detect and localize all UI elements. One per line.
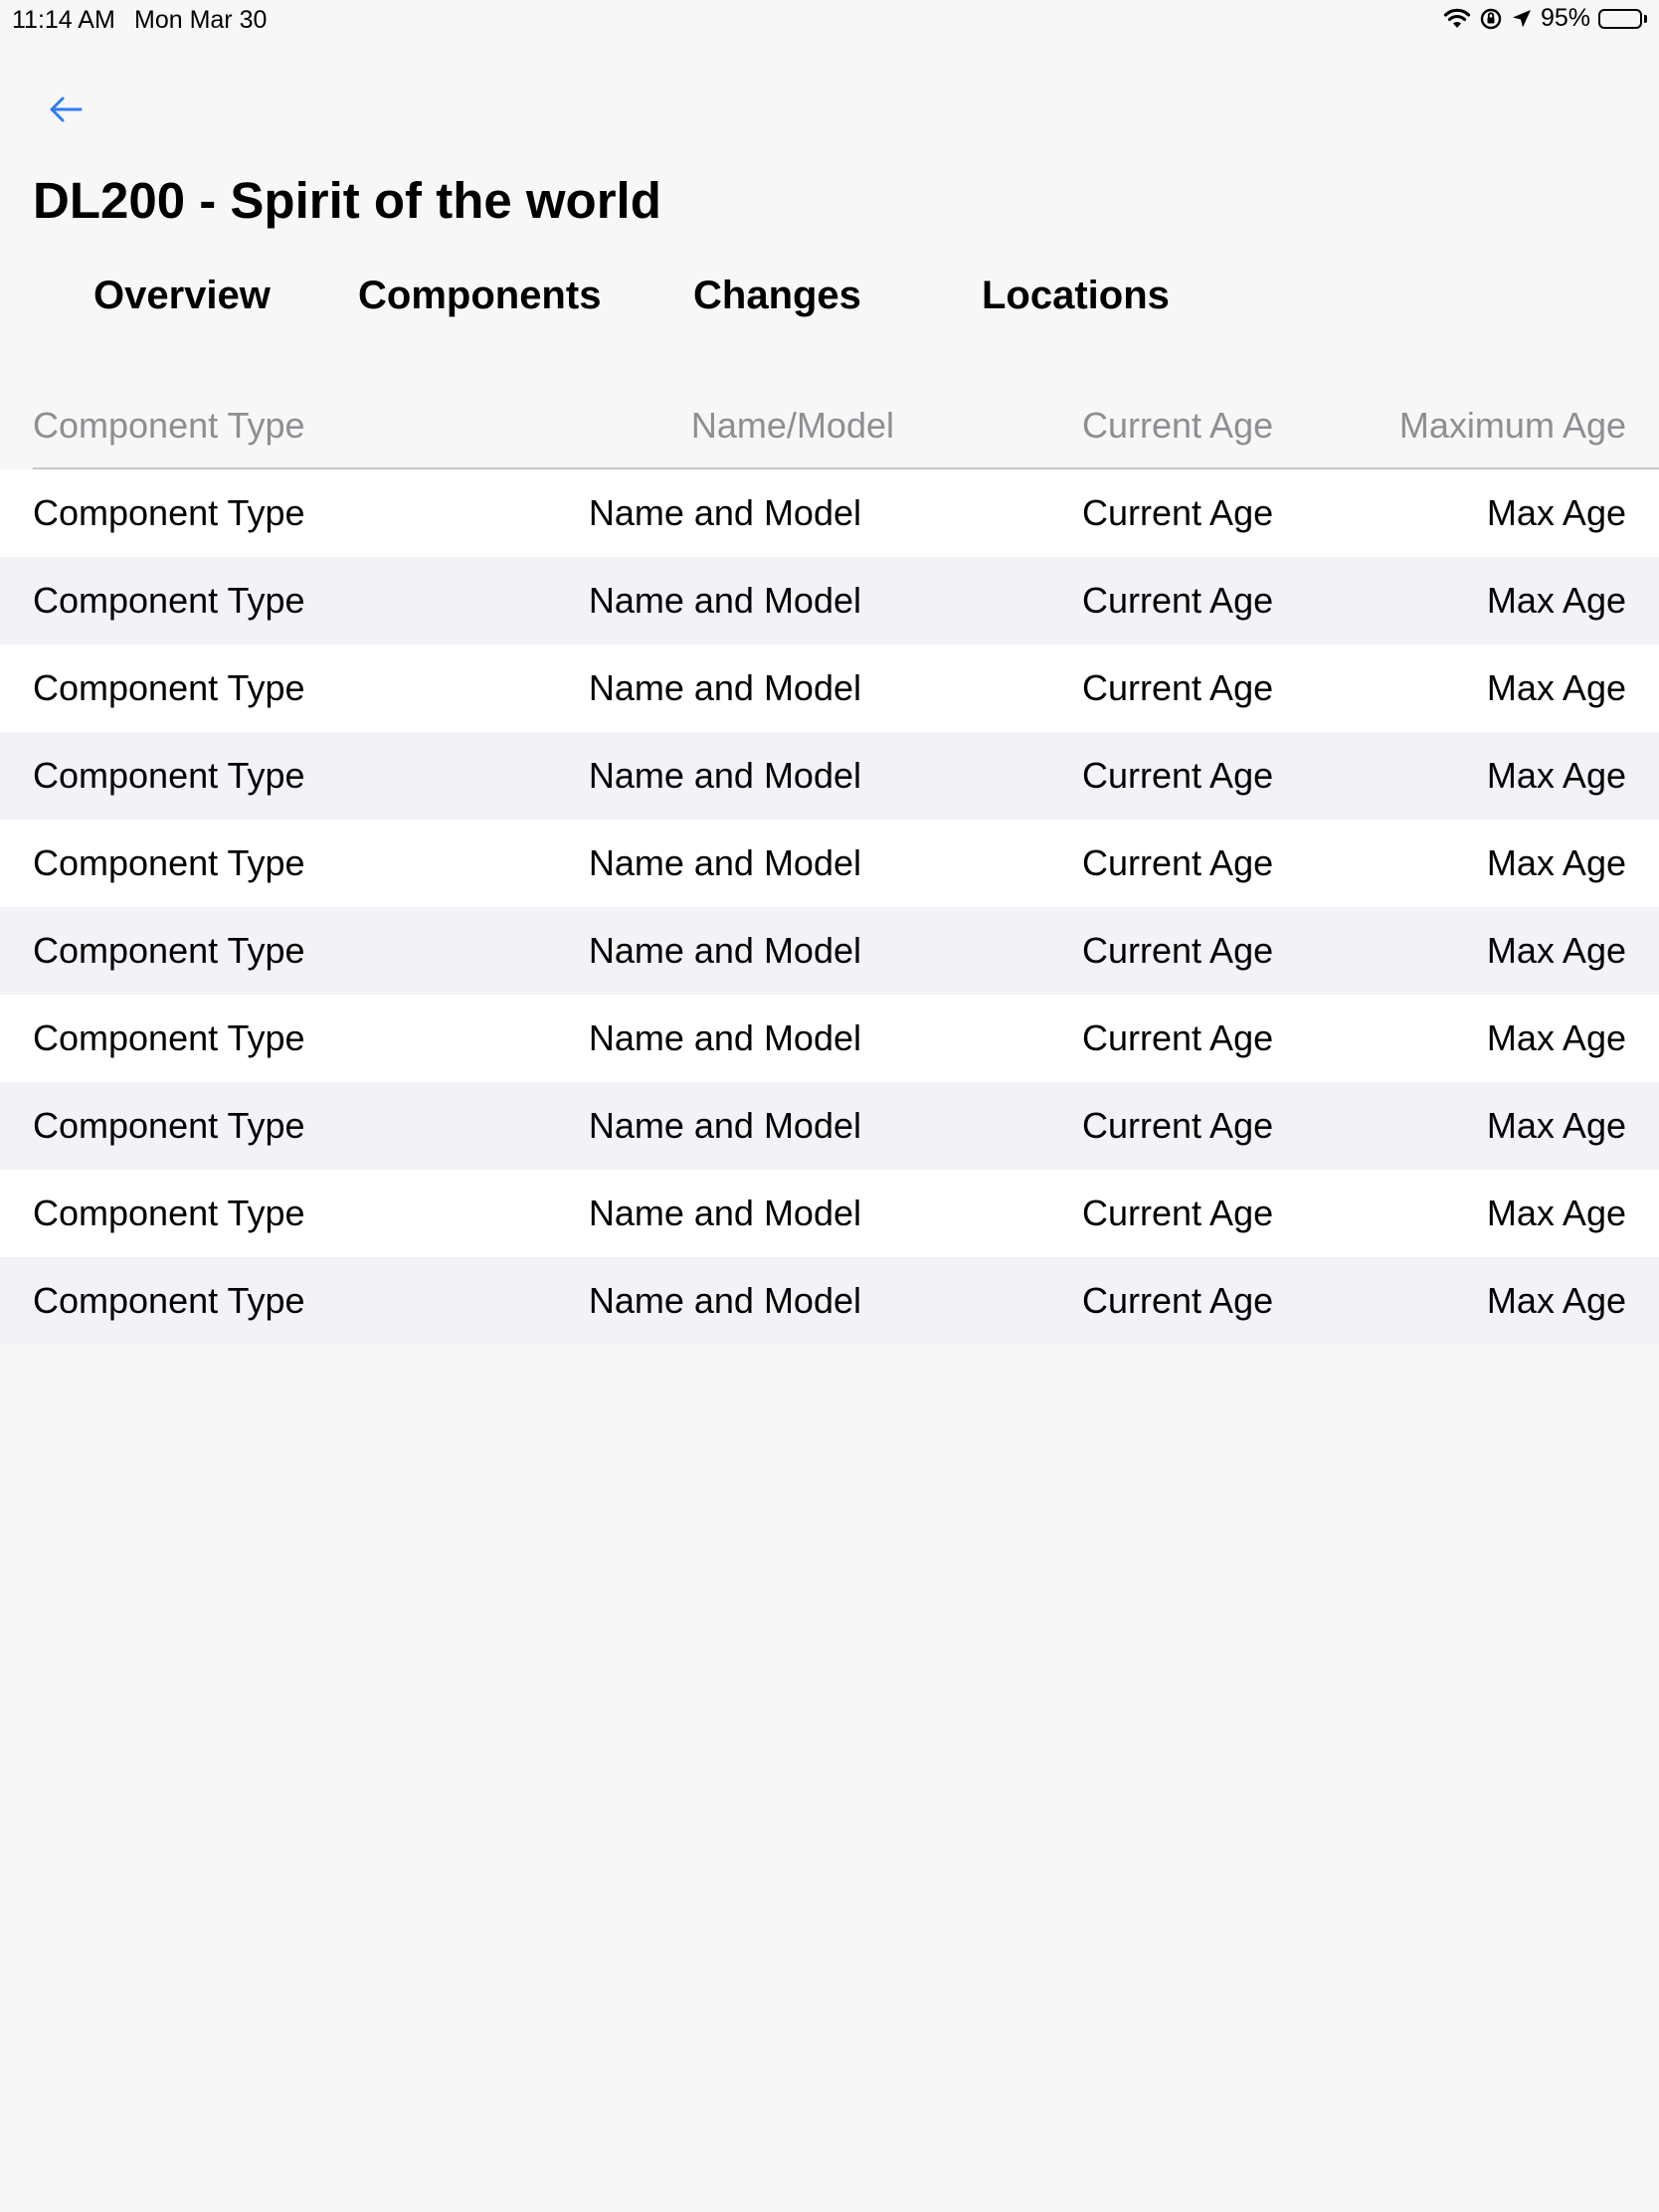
arrow-left-icon [50, 96, 83, 122]
cell-max-age: Max Age [1486, 842, 1626, 883]
header-maximum-age[interactable]: Maximum Age [1399, 383, 1626, 467]
tab-overview[interactable]: Overview [93, 271, 271, 320]
location-arrow-icon [1511, 8, 1533, 30]
header-component-type[interactable]: Component Type [33, 383, 305, 467]
table-row[interactable]: Component Type Name and Model Current Age M… [0, 557, 1659, 645]
battery-icon [1598, 8, 1647, 29]
cell-component-type: Component Type [33, 1193, 305, 1233]
table-row[interactable]: Component Type Name and Model Current Age M… [0, 469, 1659, 557]
cell-component-type: Component Type [33, 1280, 305, 1321]
cell-name-model: Name and Model [588, 1280, 861, 1321]
cell-component-type: Component Type [33, 1017, 305, 1058]
battery-percent: 95% [1540, 4, 1590, 32]
status-indicators: 95% [1443, 4, 1647, 33]
cell-max-age: Max Age [1486, 1280, 1626, 1321]
cell-max-age: Max Age [1486, 1105, 1626, 1146]
cell-name-model: Name and Model [588, 842, 861, 883]
cell-name-model: Name and Model [588, 667, 861, 708]
tab-components[interactable]: Components [358, 271, 601, 320]
table-row[interactable]: Component Type Name and Model Current Age M… [0, 645, 1659, 732]
cell-current-age: Current Age [1082, 1193, 1274, 1233]
cell-max-age: Max Age [1486, 580, 1626, 621]
table-row[interactable]: Component Type Name and Model Current Age M… [0, 1082, 1659, 1170]
cell-name-model: Name and Model [588, 930, 861, 971]
status-date: Mon Mar 30 [134, 6, 268, 34]
cell-current-age: Current Age [1082, 580, 1274, 621]
table-row[interactable]: Component Type Name and Model Current Age M… [0, 1257, 1659, 1345]
tab-changes[interactable]: Changes [693, 271, 861, 320]
cell-max-age: Max Age [1486, 1017, 1626, 1058]
table-row[interactable]: Component Type Name and Model Current Age M… [0, 732, 1659, 820]
header-name-model[interactable]: Name/Model [691, 383, 894, 467]
cell-component-type: Component Type [33, 930, 305, 971]
cell-name-model: Name and Model [588, 1105, 861, 1146]
components-table: Component Type Name/Model Current Age Ma… [0, 383, 1659, 1345]
cell-current-age: Current Age [1082, 842, 1274, 883]
cell-name-model: Name and Model [588, 492, 861, 533]
table-header: Component Type Name/Model Current Age Ma… [33, 383, 1659, 469]
orientation-lock-icon [1479, 7, 1503, 31]
cell-name-model: Name and Model [588, 1017, 861, 1058]
wifi-icon [1443, 8, 1471, 30]
cell-component-type: Component Type [33, 492, 305, 533]
cell-max-age: Max Age [1486, 755, 1626, 796]
cell-name-model: Name and Model [588, 1193, 861, 1233]
cell-max-age: Max Age [1486, 492, 1626, 533]
tab-locations[interactable]: Locations [982, 271, 1170, 320]
cell-component-type: Component Type [33, 1105, 305, 1146]
cell-current-age: Current Age [1082, 1105, 1274, 1146]
cell-max-age: Max Age [1486, 667, 1626, 708]
cell-name-model: Name and Model [588, 580, 861, 621]
table-row[interactable]: Component Type Name and Model Current Age M… [0, 995, 1659, 1082]
table-row[interactable]: Component Type Name and Model Current Age M… [0, 1170, 1659, 1257]
cell-current-age: Current Age [1082, 1017, 1274, 1058]
cell-current-age: Current Age [1082, 1280, 1274, 1321]
cell-current-age: Current Age [1082, 755, 1274, 796]
status-bar: 11:14 AM Mon Mar 30 95% [0, 0, 1659, 40]
cell-current-age: Current Age [1082, 492, 1274, 533]
cell-current-age: Current Age [1082, 930, 1274, 971]
status-time: 11:14 AM [12, 6, 115, 34]
table-row[interactable]: Component Type Name and Model Current Age M… [0, 820, 1659, 907]
cell-component-type: Component Type [33, 755, 305, 796]
table-body: Component Type Name and Model Current Age M… [0, 469, 1659, 1345]
table-row[interactable]: Component Type Name and Model Current Age M… [0, 907, 1659, 995]
cell-component-type: Component Type [33, 667, 305, 708]
cell-current-age: Current Age [1082, 667, 1274, 708]
cell-component-type: Component Type [33, 842, 305, 883]
cell-component-type: Component Type [33, 580, 305, 621]
back-button[interactable] [40, 84, 92, 135]
cell-max-age: Max Age [1486, 930, 1626, 971]
cell-name-model: Name and Model [588, 755, 861, 796]
header-current-age[interactable]: Current Age [1082, 383, 1273, 467]
cell-max-age: Max Age [1486, 1193, 1626, 1233]
page-title: DL200 - Spirit of the world [33, 172, 661, 229]
